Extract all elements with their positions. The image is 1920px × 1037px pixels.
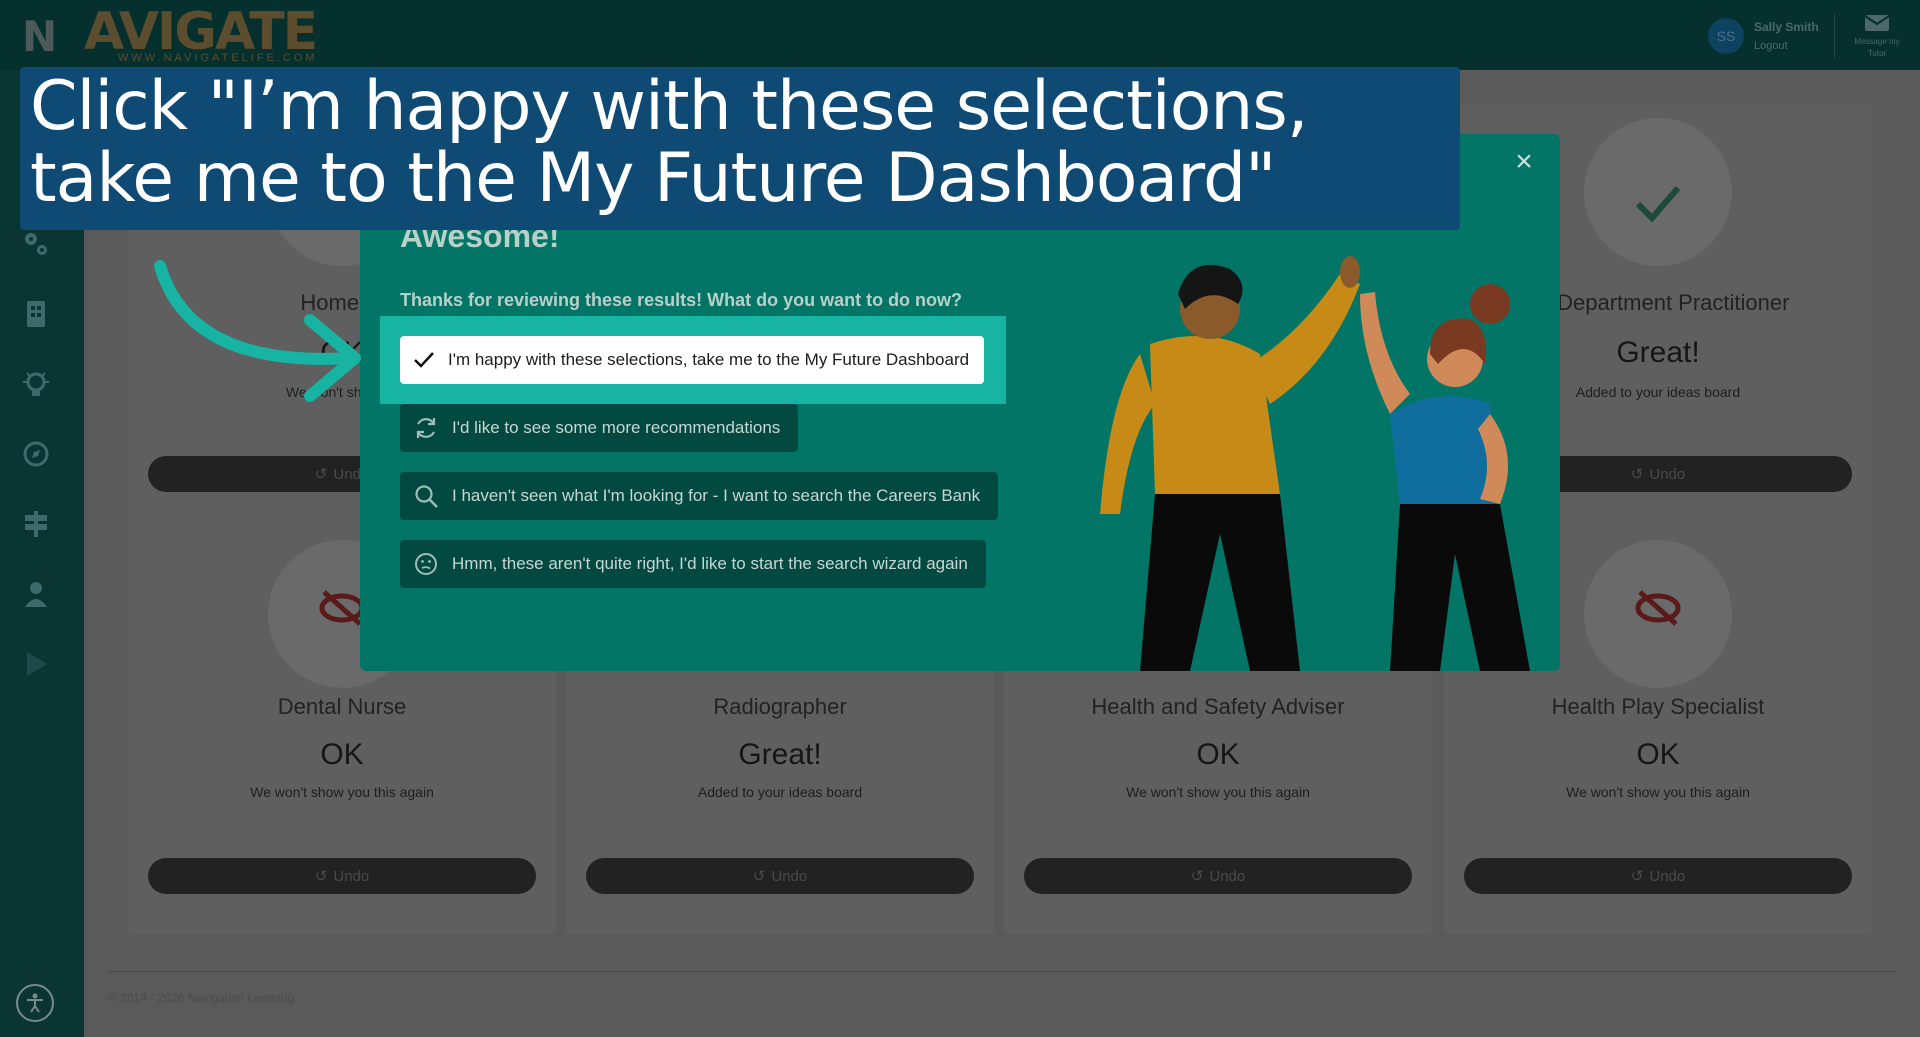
thinking-face-icon xyxy=(412,550,440,578)
option-label: I haven't seen what I'm looking for - I … xyxy=(452,486,981,505)
hidden-eye-icon xyxy=(1635,590,1681,626)
accessibility-icon xyxy=(27,993,43,1013)
undo-button[interactable]: ↺ Undo xyxy=(148,858,536,894)
card-title: Radiographer xyxy=(713,694,847,719)
pointer-arrow-icon xyxy=(154,260,361,402)
avatar[interactable]: SS xyxy=(1708,18,1744,54)
undo-icon: ↺ xyxy=(1630,466,1644,483)
message-tutor-label[interactable]: Message my Tutor xyxy=(1848,36,1906,60)
card-note: Added to your ideas board xyxy=(697,784,863,800)
signpost-icon[interactable] xyxy=(18,506,54,542)
high-five-illustration xyxy=(1100,256,1530,671)
gears-icon[interactable] xyxy=(18,226,54,262)
footer-copyright: © 2014 - 2026 Navigation Learning xyxy=(108,991,295,1005)
envelope-icon[interactable] xyxy=(1864,14,1890,32)
card-status: OK xyxy=(1636,738,1680,771)
more-recommendations-button[interactable]: I'd like to see some more recommendation… xyxy=(400,404,799,452)
logo-mark[interactable]: N xyxy=(22,12,57,61)
undo-label: Undo xyxy=(771,867,808,885)
hidden-eye-icon xyxy=(319,590,365,626)
accessibility-button[interactable] xyxy=(16,984,54,1022)
undo-label: Undo xyxy=(333,867,370,885)
card-title: Dental Nurse xyxy=(277,694,407,719)
top-bar: N AVIGATE WWW.NAVIGATELIFE.COM SS Sally … xyxy=(0,0,1920,70)
undo-label: Undo xyxy=(1649,867,1686,885)
dashboard-option-button[interactable]: I'm happy with these selections, take me… xyxy=(400,336,984,384)
logo-url: WWW.NAVIGATELIFE.COM xyxy=(118,52,318,64)
card-title: Health Play Specialist xyxy=(1551,694,1765,719)
building-icon[interactable] xyxy=(18,296,54,332)
card-title: Health and Safety Adviser xyxy=(1091,694,1345,719)
undo-button[interactable]: ↺ Undo xyxy=(1464,858,1852,894)
checkmark-icon xyxy=(412,346,436,374)
option-label: I'm happy with these selections, take me… xyxy=(448,350,970,369)
undo-icon: ↺ xyxy=(314,868,328,885)
undo-button[interactable]: ↺ Undo xyxy=(586,858,974,894)
compass-icon[interactable] xyxy=(18,436,54,472)
modal-question: Thanks for reviewing these results! What… xyxy=(400,290,963,310)
card-note: We won't show you this again xyxy=(1126,784,1310,800)
undo-icon: ↺ xyxy=(1630,868,1644,885)
card-status: OK xyxy=(1196,738,1240,771)
card-note: We won't show you this again xyxy=(250,784,434,800)
instruction-banner: Click "I’m happy with these selections, … xyxy=(20,67,1460,230)
person-icon[interactable] xyxy=(18,576,54,612)
undo-icon: ↺ xyxy=(1190,868,1204,885)
option-label: I'd like to see some more recommendation… xyxy=(452,418,781,437)
option-label: Hmm, these aren't quite right, I'd like … xyxy=(452,554,968,573)
restart-wizard-button[interactable]: Hmm, these aren't quite right, I'd like … xyxy=(400,540,986,588)
play-icon[interactable] xyxy=(18,646,54,682)
logout-link[interactable]: Logout xyxy=(1754,40,1788,52)
undo-label: Undo xyxy=(1209,867,1246,885)
footer-divider xyxy=(108,971,1896,972)
undo-icon: ↺ xyxy=(314,466,328,483)
search-icon xyxy=(412,482,440,510)
undo-button[interactable]: ↺ Undo xyxy=(1024,858,1412,894)
refresh-icon xyxy=(412,414,440,442)
checkmark-icon xyxy=(1635,186,1681,223)
undo-label: Undo xyxy=(1649,465,1686,483)
undo-icon: ↺ xyxy=(752,868,766,885)
card-status: Great! xyxy=(738,738,822,771)
instruction-text: Click "I’m happy with these selections, … xyxy=(30,67,1308,218)
user-name: Sally Smith xyxy=(1754,20,1819,34)
lightbulb-icon[interactable] xyxy=(18,366,54,402)
header-divider xyxy=(1834,14,1835,58)
search-careers-bank-button[interactable]: I haven't seen what I'm looking for - I … xyxy=(400,472,999,520)
close-icon[interactable]: × xyxy=(1504,142,1544,182)
card-note: We won't show you this again xyxy=(1566,784,1750,800)
card-status: OK xyxy=(320,738,364,771)
